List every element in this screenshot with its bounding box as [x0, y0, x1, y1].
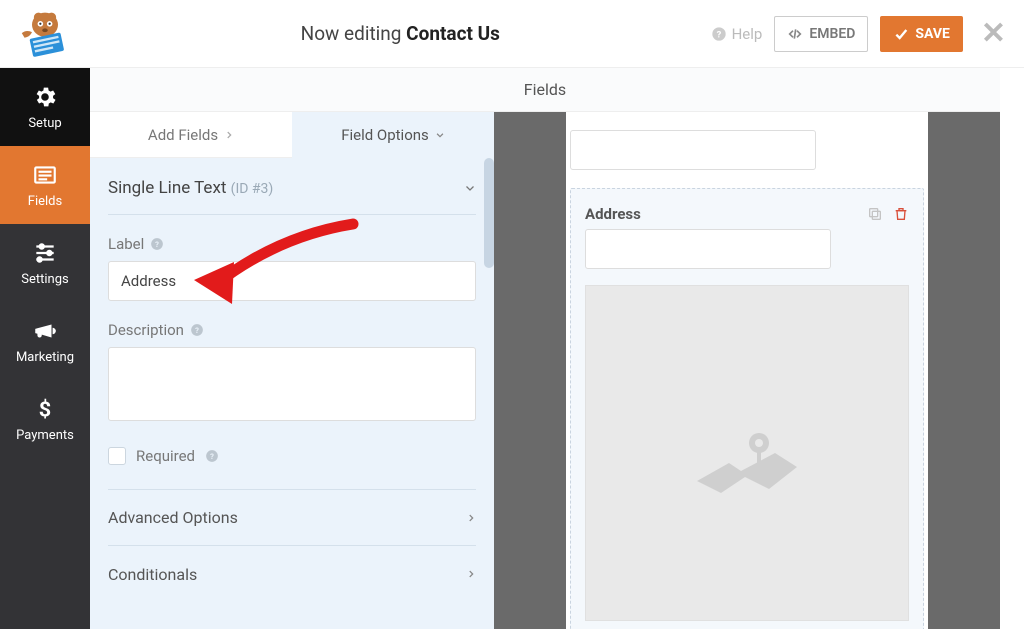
- editing-prefix: Now editing: [301, 22, 402, 45]
- field-section-header[interactable]: Single Line Text (ID #3): [108, 158, 476, 215]
- top-right-controls: ? Help EMBED SAVE ✕: [711, 16, 1024, 52]
- advanced-label: Advanced Options: [108, 508, 238, 527]
- form-preview: Address Submit: [566, 112, 928, 629]
- editing-title: Now editing Contact Us: [90, 22, 711, 45]
- conditionals-row[interactable]: Conditionals: [108, 546, 476, 602]
- sidebar-item-label: Fields: [28, 194, 62, 209]
- description-caption: Description: [108, 321, 184, 339]
- section-id: (ID #3): [231, 181, 274, 197]
- options-panel: Add Fields Field Options Single Line Tex…: [90, 112, 494, 629]
- label-caption-row: Label ?: [108, 235, 476, 253]
- tab-add-fields[interactable]: Add Fields: [90, 112, 292, 158]
- sidebar-item-payments[interactable]: $ Payments: [0, 380, 90, 458]
- save-label: SAVE: [915, 26, 950, 42]
- embed-button[interactable]: EMBED: [774, 16, 868, 52]
- svg-text:?: ?: [716, 29, 721, 40]
- close-icon[interactable]: ✕: [981, 19, 1006, 49]
- scrollbar-thumb[interactable]: [484, 158, 494, 268]
- sidebar-item-settings[interactable]: Settings: [0, 224, 90, 302]
- description-caption-row: Description ?: [108, 321, 476, 339]
- svg-text:?: ?: [210, 452, 214, 461]
- form-icon: [32, 162, 58, 188]
- panel-scroll[interactable]: Single Line Text (ID #3) Label ? Descrip…: [90, 158, 494, 629]
- check-icon: [893, 26, 909, 42]
- address-input[interactable]: [585, 229, 831, 269]
- side-nav: Setup Fields Settings Marketing $ Paymen…: [0, 68, 90, 629]
- help-link[interactable]: ? Help: [711, 25, 763, 43]
- help-icon[interactable]: ?: [150, 237, 164, 251]
- sidebar-item-label: Marketing: [16, 350, 74, 365]
- duplicate-icon[interactable]: [867, 206, 883, 222]
- sidebar-item-label: Settings: [21, 272, 68, 287]
- required-caption: Required: [136, 447, 195, 465]
- svg-text:?: ?: [155, 240, 159, 249]
- chevron-down-icon: [435, 130, 445, 140]
- chevron-down-icon: [464, 182, 476, 194]
- svg-text:?: ?: [195, 326, 199, 335]
- chevron-right-icon: [466, 513, 476, 523]
- label-input[interactable]: [108, 261, 476, 301]
- subheader-title: Fields: [524, 80, 566, 99]
- code-icon: [787, 26, 803, 42]
- sidebar-item-fields[interactable]: Fields: [0, 146, 90, 224]
- gear-icon: [32, 84, 58, 110]
- tab-label: Add Fields: [148, 126, 218, 144]
- required-row[interactable]: Required ?: [108, 447, 476, 465]
- required-checkbox[interactable]: [108, 447, 126, 465]
- help-label: Help: [732, 25, 763, 43]
- sidebar-item-setup[interactable]: Setup: [0, 68, 90, 146]
- description-input[interactable]: [108, 347, 476, 421]
- chevron-right-icon: [224, 130, 234, 140]
- tab-label: Field Options: [341, 126, 429, 144]
- map-placeholder: [585, 285, 909, 621]
- map-pin-icon: [687, 403, 807, 503]
- sliders-icon: [32, 240, 58, 266]
- panel-tabs: Add Fields Field Options: [90, 112, 494, 158]
- section-title: Single Line Text: [108, 178, 226, 198]
- label-caption: Label: [108, 235, 144, 253]
- tab-field-options[interactable]: Field Options: [292, 112, 494, 158]
- bullhorn-icon: [32, 318, 58, 344]
- top-bar: Now editing Contact Us ? Help EMBED SAVE…: [0, 0, 1024, 68]
- form-name: Contact Us: [406, 22, 500, 45]
- help-icon: ?: [711, 26, 727, 42]
- previous-field-placeholder[interactable]: [570, 130, 816, 170]
- embed-label: EMBED: [809, 26, 855, 42]
- advanced-options-row[interactable]: Advanced Options: [108, 490, 476, 546]
- wpforms-logo-icon: [15, 8, 75, 60]
- save-button[interactable]: SAVE: [880, 16, 963, 52]
- preview-canvas: Address Submit: [494, 112, 1000, 629]
- field-label: Address: [585, 205, 641, 223]
- sidebar-item-label: Payments: [16, 428, 74, 443]
- sidebar-item-label: Setup: [28, 116, 61, 131]
- selected-field[interactable]: Address: [570, 188, 924, 629]
- help-icon[interactable]: ?: [190, 323, 204, 337]
- svg-text:$: $: [39, 397, 51, 421]
- conditionals-label: Conditionals: [108, 565, 197, 584]
- help-icon[interactable]: ?: [205, 449, 219, 463]
- chevron-right-icon: [466, 569, 476, 579]
- sidebar-item-marketing[interactable]: Marketing: [0, 302, 90, 380]
- trash-icon[interactable]: [893, 206, 909, 222]
- subheader: Fields: [90, 68, 1000, 112]
- dollar-icon: $: [32, 396, 58, 422]
- logo-wrap: [0, 0, 90, 67]
